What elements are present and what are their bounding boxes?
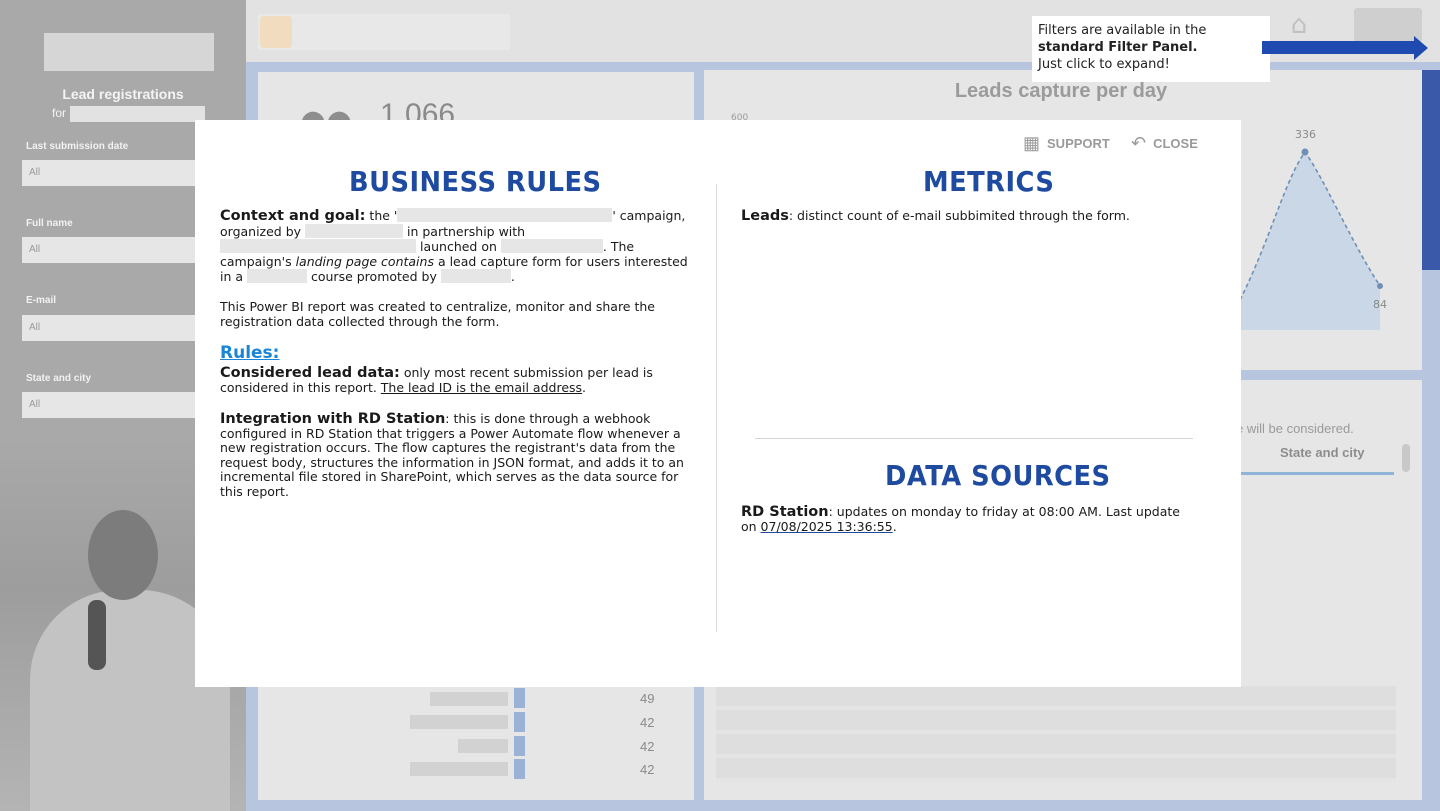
column-divider xyxy=(716,184,717,632)
chart-title: Leads capture per day xyxy=(954,80,1168,102)
leads-area-chart xyxy=(1240,148,1383,330)
purpose-paragraph: This Power BI report was created to cent… xyxy=(220,299,655,329)
bar-row xyxy=(514,712,525,732)
leads-metric-paragraph: Leads: distinct count of e-mail subbimit… xyxy=(741,208,1130,224)
close-button[interactable]: ↶ CLOSE xyxy=(1131,133,1198,154)
chart-end-point xyxy=(1377,283,1383,289)
teams-icon: ▦ xyxy=(1023,133,1041,153)
microphone-icon xyxy=(88,600,106,670)
bar-value: 42 xyxy=(640,739,655,754)
report-page: ⌂ Lead registrations for Last submission… xyxy=(0,0,1440,811)
info-modal xyxy=(195,120,1241,687)
bar-label-redacted xyxy=(410,715,508,729)
sidebar-for-label: for xyxy=(52,106,67,120)
rules-link[interactable]: Rules: xyxy=(220,343,279,363)
chart-area xyxy=(1240,152,1380,330)
context-paragraph: Context and goal: the ' ' campaign, organ… xyxy=(220,208,688,285)
business-rules-title: BUSINESS RULES xyxy=(349,165,602,198)
filter-label-full-name: Full name xyxy=(26,218,73,229)
rd-station-paragraph: RD Station: updates on monday to friday … xyxy=(741,504,1180,534)
support-button[interactable]: ▦ SUPPORT xyxy=(1023,133,1110,154)
header-logo xyxy=(258,14,510,50)
header-logo-mark xyxy=(260,16,292,48)
bar-label-redacted xyxy=(430,692,508,706)
tooltip-line-1: Filters are available in the xyxy=(1038,23,1207,38)
home-icon[interactable]: ⌂ xyxy=(1284,10,1314,40)
redacted-text xyxy=(70,106,205,122)
filter-panel-button[interactable] xyxy=(1354,8,1422,42)
undo-arrow-icon: ↶ xyxy=(1131,133,1147,153)
close-label: CLOSE xyxy=(1153,136,1198,151)
table-header-state-city[interactable]: State and city xyxy=(1280,445,1365,460)
bar-value: 49 xyxy=(640,691,655,706)
tooltip-line-2: standard Filter Panel. xyxy=(1038,40,1198,55)
support-label: SUPPORT xyxy=(1047,136,1110,151)
table-note: e will be considered. xyxy=(1236,421,1354,436)
bar-label-redacted xyxy=(458,739,508,753)
considered-lead-paragraph: Considered lead data: only most recent s… xyxy=(220,365,653,395)
table-scrollbar[interactable] xyxy=(1402,444,1410,472)
bar-value: 42 xyxy=(640,715,655,730)
integration-paragraph: Integration with RD Station: this is don… xyxy=(220,411,684,499)
filter-last-submission-date[interactable]: All xyxy=(22,160,212,186)
last-update-date: 07/08/2025 13:36:55 xyxy=(760,518,893,534)
table-header-underline xyxy=(1240,472,1394,475)
filter-panel-edge[interactable] xyxy=(1422,70,1440,270)
filter-label-email: E-mail xyxy=(26,295,57,306)
bar-row xyxy=(514,688,525,708)
filter-state-city[interactable]: All xyxy=(22,392,212,418)
sidebar-logo xyxy=(44,33,214,71)
arrow-head-icon xyxy=(1414,36,1428,60)
bar-label-redacted xyxy=(410,762,508,776)
bar-row xyxy=(514,759,525,779)
speaker-photo-head xyxy=(88,510,158,600)
bar-value: 42 xyxy=(640,762,655,777)
arrow-right-icon xyxy=(1262,41,1418,54)
filter-email[interactable]: All xyxy=(22,315,212,341)
filter-label-state-city: State and city xyxy=(26,373,92,384)
chart-end-label: 84 xyxy=(1373,298,1387,311)
metrics-title: METRICS xyxy=(923,165,1055,198)
table-rows xyxy=(716,686,1396,782)
chart-peak-point xyxy=(1301,148,1309,156)
chart-peak-label: 336 xyxy=(1295,128,1316,141)
filter-tooltip: Filters are available in the standard Fi… xyxy=(1032,16,1270,82)
bar-row xyxy=(514,736,525,756)
filter-label-last-submission: Last submission date xyxy=(26,141,129,152)
sidebar-title: Lead registrations xyxy=(62,86,184,102)
section-divider xyxy=(755,438,1193,439)
tooltip-line-3: Just click to expand! xyxy=(1038,57,1170,72)
data-sources-title: DATA SOURCES xyxy=(885,459,1111,492)
filter-full-name[interactable]: All xyxy=(22,237,212,263)
